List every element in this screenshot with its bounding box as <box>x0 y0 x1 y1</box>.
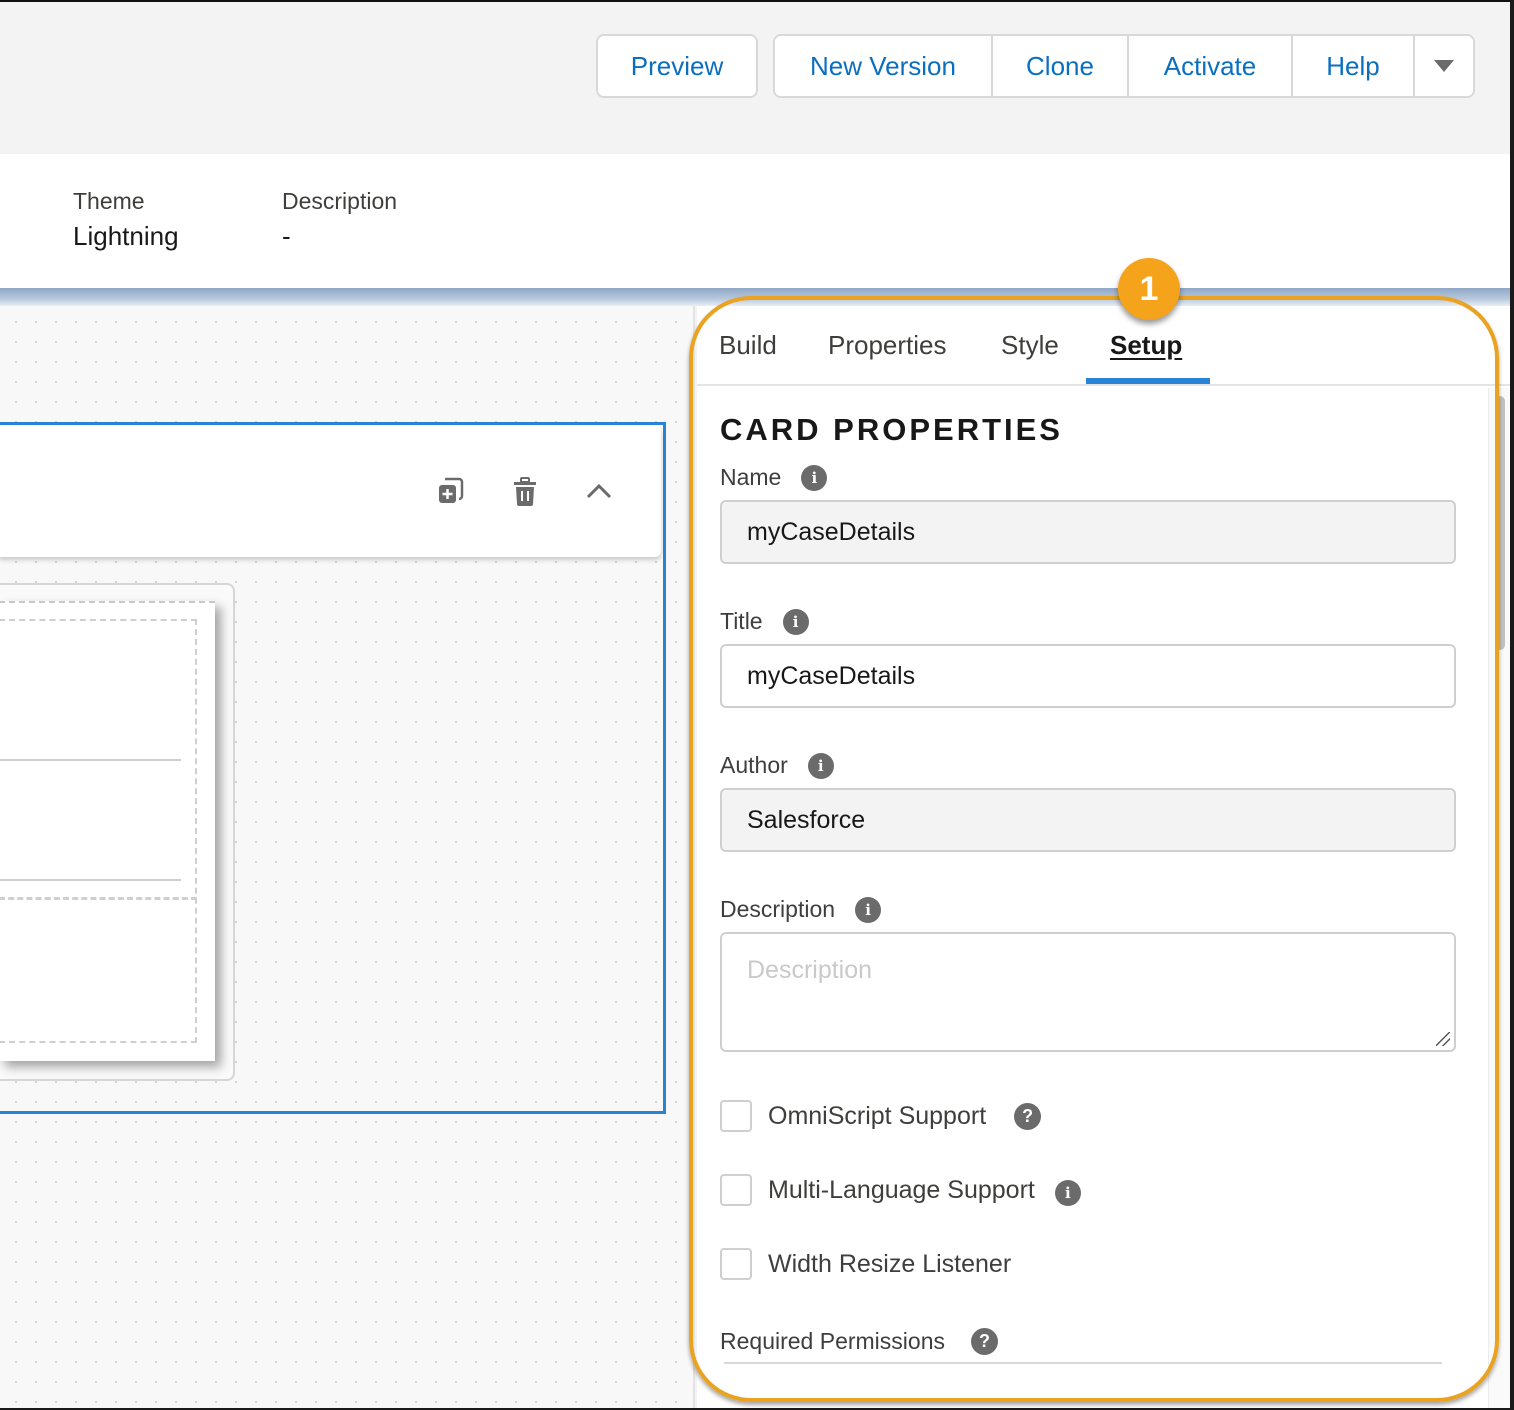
chevron-up-icon[interactable] <box>583 475 615 507</box>
description-field: Description - <box>282 188 397 252</box>
resize-handle-icon[interactable] <box>1436 1032 1450 1046</box>
width-resize-listener-checkbox[interactable] <box>720 1248 752 1280</box>
info-icon[interactable]: i <box>782 608 809 635</box>
multi-language-support-row: Multi-Language Support i <box>720 1174 1081 1206</box>
card-header[interactable] <box>0 425 661 557</box>
section-title: CARD PROPERTIES <box>720 412 1063 447</box>
name-label: Name i <box>720 464 828 491</box>
card-block[interactable] <box>0 583 235 1081</box>
card-block-content[interactable] <box>0 601 215 1061</box>
author-input[interactable]: Salesforce <box>720 788 1456 852</box>
help-icon[interactable]: ? <box>1014 1102 1042 1130</box>
omniscript-support-label: OmniScript Support <box>768 1101 987 1130</box>
multi-language-support-label: Multi-Language Support <box>768 1175 1035 1204</box>
new-version-button[interactable]: New Version <box>775 36 993 96</box>
author-label: Author i <box>720 752 834 779</box>
title-label: Title i <box>720 608 809 635</box>
tab-style[interactable]: Style <box>1001 330 1059 361</box>
description-field-label: Description i <box>720 896 882 923</box>
author-label-text: Author <box>720 752 788 778</box>
width-resize-listener-row: Width Resize Listener <box>720 1248 1011 1280</box>
description-value: - <box>282 221 291 251</box>
selected-card-outline[interactable] <box>0 422 666 1114</box>
header-divider-band <box>0 288 1510 306</box>
description-placeholder: Description <box>747 956 873 984</box>
theme-value: Lightning <box>73 221 179 251</box>
omniscript-support-row: OmniScript Support ? <box>720 1100 1042 1132</box>
info-icon[interactable]: i <box>807 752 834 779</box>
description-label: Description <box>282 188 398 214</box>
required-permissions-label: Required Permissions ? <box>720 1328 998 1355</box>
trash-icon[interactable] <box>509 475 541 507</box>
tab-build[interactable]: Build <box>719 330 777 361</box>
width-resize-listener-label: Width Resize Listener <box>768 1249 1012 1278</box>
activate-button[interactable]: Activate <box>1129 36 1293 96</box>
title-label-text: Title <box>720 608 763 634</box>
name-label-text: Name <box>720 464 782 490</box>
preview-button-group: Preview <box>596 34 758 98</box>
clone-button[interactable]: Clone <box>993 36 1129 96</box>
divider-line <box>0 759 181 761</box>
clone-add-icon[interactable] <box>435 475 467 507</box>
info-icon[interactable]: i <box>801 464 828 491</box>
panel-scrollbar[interactable] <box>1488 388 1510 1408</box>
info-icon[interactable]: i <box>855 896 882 923</box>
description-textarea[interactable]: Description <box>720 932 1456 1052</box>
caret-down-icon <box>1434 60 1454 72</box>
tab-properties[interactable]: Properties <box>828 330 947 361</box>
header-toolbar: Preview New Version Clone Activate Help <box>0 2 1510 154</box>
action-button-group: New Version Clone Activate Help <box>773 34 1475 98</box>
theme-label: Theme <box>73 188 145 214</box>
active-tab-indicator <box>1086 378 1210 384</box>
scrollbar-thumb[interactable] <box>1495 396 1505 650</box>
app-window: Preview New Version Clone Activate Help … <box>0 0 1510 1408</box>
card-actions <box>435 475 615 507</box>
info-icon[interactable]: i <box>1054 1180 1081 1206</box>
annotation-badge: 1 <box>1118 258 1180 320</box>
multi-language-support-checkbox[interactable] <box>720 1174 752 1206</box>
preview-button[interactable]: Preview <box>598 36 756 96</box>
omniscript-support-checkbox[interactable] <box>720 1100 752 1132</box>
name-input[interactable]: myCaseDetails <box>720 500 1456 564</box>
help-button[interactable]: Help <box>1293 36 1415 96</box>
dashed-divider <box>0 897 197 900</box>
theme-field: Theme Lightning <box>73 188 179 252</box>
required-permissions-text: Required Permissions <box>720 1328 945 1354</box>
title-input[interactable]: myCaseDetails <box>720 644 1456 708</box>
design-canvas[interactable] <box>0 306 695 1408</box>
help-icon[interactable]: ? <box>970 1328 998 1355</box>
permissions-input-line[interactable] <box>724 1362 1442 1364</box>
card-state-container[interactable] <box>0 619 197 1043</box>
divider-line <box>0 879 181 881</box>
properties-panel: Build Properties Style Setup CARD PROPER… <box>697 306 1510 1408</box>
more-actions-button[interactable] <box>1415 36 1473 96</box>
panel-tabs: Build Properties Style Setup <box>697 306 1510 386</box>
tab-setup[interactable]: Setup <box>1110 330 1182 361</box>
card-info-strip: Theme Lightning Description - <box>0 154 1510 288</box>
description-label-text: Description <box>720 896 836 922</box>
